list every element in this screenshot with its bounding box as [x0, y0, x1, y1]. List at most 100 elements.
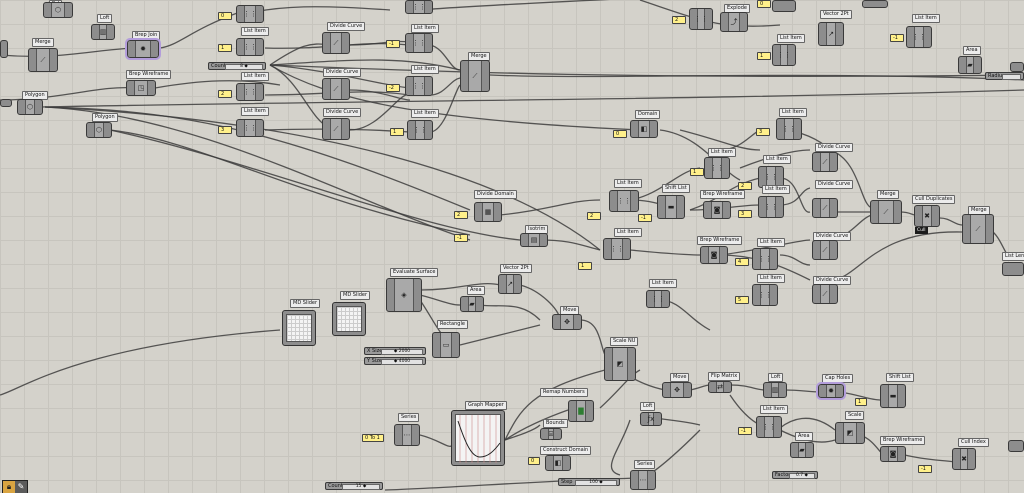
- partial-component[interactable]: [0, 40, 8, 58]
- vector-2pt-component-2[interactable]: ↗: [498, 274, 522, 294]
- list-length-component[interactable]: [1002, 262, 1024, 276]
- panel[interactable]: 1: [757, 52, 771, 60]
- construct-domain-component[interactable]: ◧: [545, 455, 571, 471]
- divide-curve-component-6[interactable]: ⟋: [812, 240, 838, 260]
- y-size-slider[interactable]: Y Size ◆ 4000: [364, 357, 426, 365]
- component-edge-2[interactable]: [1008, 440, 1024, 452]
- pen-icon[interactable]: ✎: [15, 481, 27, 493]
- count-slider-2[interactable]: Count 15 ◆: [325, 482, 383, 490]
- list-item-component-3[interactable]: ⋮⋮: [236, 83, 264, 101]
- brep-wireframe-component-2[interactable]: ◙: [703, 201, 731, 219]
- isotrim-component[interactable]: ▤: [520, 233, 548, 247]
- bounds-component[interactable]: ⌸: [540, 428, 562, 440]
- panel[interactable]: -1: [454, 234, 468, 242]
- list-item-component-19[interactable]: ⋮⋮: [752, 248, 778, 270]
- count-slider[interactable]: Count 8 ◆: [208, 62, 266, 70]
- list-item-component-11[interactable]: ⋮⋮: [772, 44, 796, 66]
- panel[interactable]: 0: [757, 0, 771, 8]
- panel[interactable]: 2: [587, 212, 601, 220]
- panel[interactable]: 1: [218, 44, 232, 52]
- flip-matrix-component[interactable]: ⇄: [708, 381, 732, 393]
- panel[interactable]: 0: [528, 457, 540, 465]
- panel[interactable]: -1: [918, 465, 932, 473]
- area-component-2[interactable]: ▰: [460, 296, 484, 312]
- merge-component-3[interactable]: ⟋: [870, 200, 902, 224]
- divide-curve-component-4[interactable]: ⟋: [812, 152, 838, 172]
- cull-index-component[interactable]: ✖: [952, 448, 976, 470]
- scale-component[interactable]: ◩: [835, 422, 865, 444]
- component-edge[interactable]: [1010, 62, 1024, 72]
- move-component-2[interactable]: ✥: [662, 382, 692, 398]
- list-item-component-7[interactable]: ⋮⋮: [405, 76, 433, 96]
- brep-wireframe-component-3[interactable]: ◙: [700, 246, 728, 264]
- list-item-component-10[interactable]: [772, 0, 796, 12]
- panel[interactable]: -1: [386, 40, 400, 48]
- brep-wireframe-component-4[interactable]: ◙: [880, 446, 906, 462]
- merge-component[interactable]: ⟋: [28, 48, 58, 72]
- divide-curve-component-3[interactable]: ⟋: [322, 118, 350, 140]
- graph-mapper[interactable]: [451, 410, 505, 466]
- md-slider-grid[interactable]: [286, 314, 312, 342]
- list-item-component-9[interactable]: ⋮⋮: [689, 8, 713, 30]
- panel[interactable]: 2: [218, 90, 232, 98]
- merge-component-2[interactable]: ⟋: [460, 60, 490, 92]
- series-component[interactable]: ⋯: [394, 424, 420, 446]
- loft-component-2[interactable]: ▥: [763, 382, 787, 398]
- move-component[interactable]: ✥: [552, 314, 582, 330]
- evaluate-surface-component[interactable]: ◈: [386, 278, 422, 312]
- radius-slider[interactable]: Radius: [985, 72, 1024, 80]
- list-item-component-16[interactable]: ⋮⋮: [609, 190, 639, 212]
- factor-slider[interactable]: Factor 0.7 ◆: [772, 471, 818, 479]
- area-component[interactable]: ▰: [958, 56, 982, 74]
- md-slider-grid[interactable]: [336, 306, 362, 332]
- panel[interactable]: -1: [638, 214, 652, 222]
- list-item-component-8[interactable]: ⋮⋮: [407, 120, 433, 140]
- panel[interactable]: 3: [756, 128, 770, 136]
- md-slider-1[interactable]: [282, 310, 316, 346]
- divide-curve-component-2[interactable]: ⟋: [322, 78, 350, 100]
- list-item-component-13[interactable]: ⋮⋮: [776, 118, 802, 140]
- list-item-component-14[interactable]: ⋮⋮: [704, 157, 730, 179]
- list-item-component-4[interactable]: ⋮⋮: [236, 119, 264, 137]
- panel[interactable]: -2: [386, 84, 400, 92]
- lock-icon[interactable]: 🔒︎: [3, 481, 15, 493]
- brep-wireframe-component[interactable]: ◳: [126, 80, 156, 96]
- list-item-component-5[interactable]: ⋮⋮: [405, 0, 433, 14]
- rectangle-component[interactable]: ▭: [432, 332, 460, 358]
- step-slider[interactable]: Step 100 ◆: [558, 478, 620, 486]
- graph-mapper-plot[interactable]: [455, 414, 501, 463]
- list-item-component[interactable]: ⋮⋮: [236, 5, 264, 23]
- x-size-slider[interactable]: X Size ◆ 2000: [364, 347, 426, 355]
- panel[interactable]: 0 To 1: [362, 434, 384, 442]
- component-top[interactable]: [862, 0, 888, 8]
- grasshopper-canvas[interactable]: Pol ⬡ Loft ▥ Merge ⟋ Brep Join ✹ Brep Wi…: [0, 0, 1024, 493]
- panel[interactable]: 3: [738, 210, 752, 218]
- merge-component-4[interactable]: ⟋: [962, 214, 994, 244]
- divide-curve-component-7[interactable]: ⟋: [812, 284, 838, 304]
- explode-component[interactable]: ⤴: [720, 12, 748, 32]
- panel[interactable]: -1: [738, 427, 752, 435]
- scale-nu-component[interactable]: ◩: [604, 347, 636, 381]
- list-item-component-2[interactable]: ⋮⋮: [236, 38, 264, 56]
- area-component-3[interactable]: ▰: [790, 442, 814, 458]
- panel[interactable]: 1: [390, 128, 404, 136]
- brep-join-component[interactable]: ✹: [125, 38, 161, 60]
- panel[interactable]: 1: [578, 262, 592, 270]
- panel[interactable]: 0: [218, 12, 232, 20]
- series-component-2[interactable]: ⋯: [630, 470, 656, 490]
- list-item-component-17[interactable]: ⋮⋮: [758, 196, 784, 218]
- loft-component[interactable]: ▥: [91, 24, 115, 40]
- divide-curve-component[interactable]: ⟋: [322, 32, 350, 54]
- polygon-component[interactable]: ⬡: [43, 2, 73, 18]
- panel[interactable]: 1: [855, 398, 867, 406]
- list-item-component-21[interactable]: ⋮⋮: [646, 290, 670, 308]
- evaluate-component[interactable]: ƒx: [640, 412, 662, 426]
- cap-holes-component[interactable]: ✹: [816, 382, 846, 400]
- shift-list-component[interactable]: ▬: [657, 195, 685, 219]
- panel[interactable]: 5: [735, 296, 749, 304]
- vector-2pt-component[interactable]: ↗: [818, 22, 844, 46]
- panel[interactable]: 4: [735, 258, 749, 266]
- panel[interactable]: 2: [454, 211, 468, 219]
- list-item-component-6[interactable]: ⋮⋮: [405, 33, 433, 53]
- divide-curve-component-5[interactable]: ⟋: [812, 198, 838, 218]
